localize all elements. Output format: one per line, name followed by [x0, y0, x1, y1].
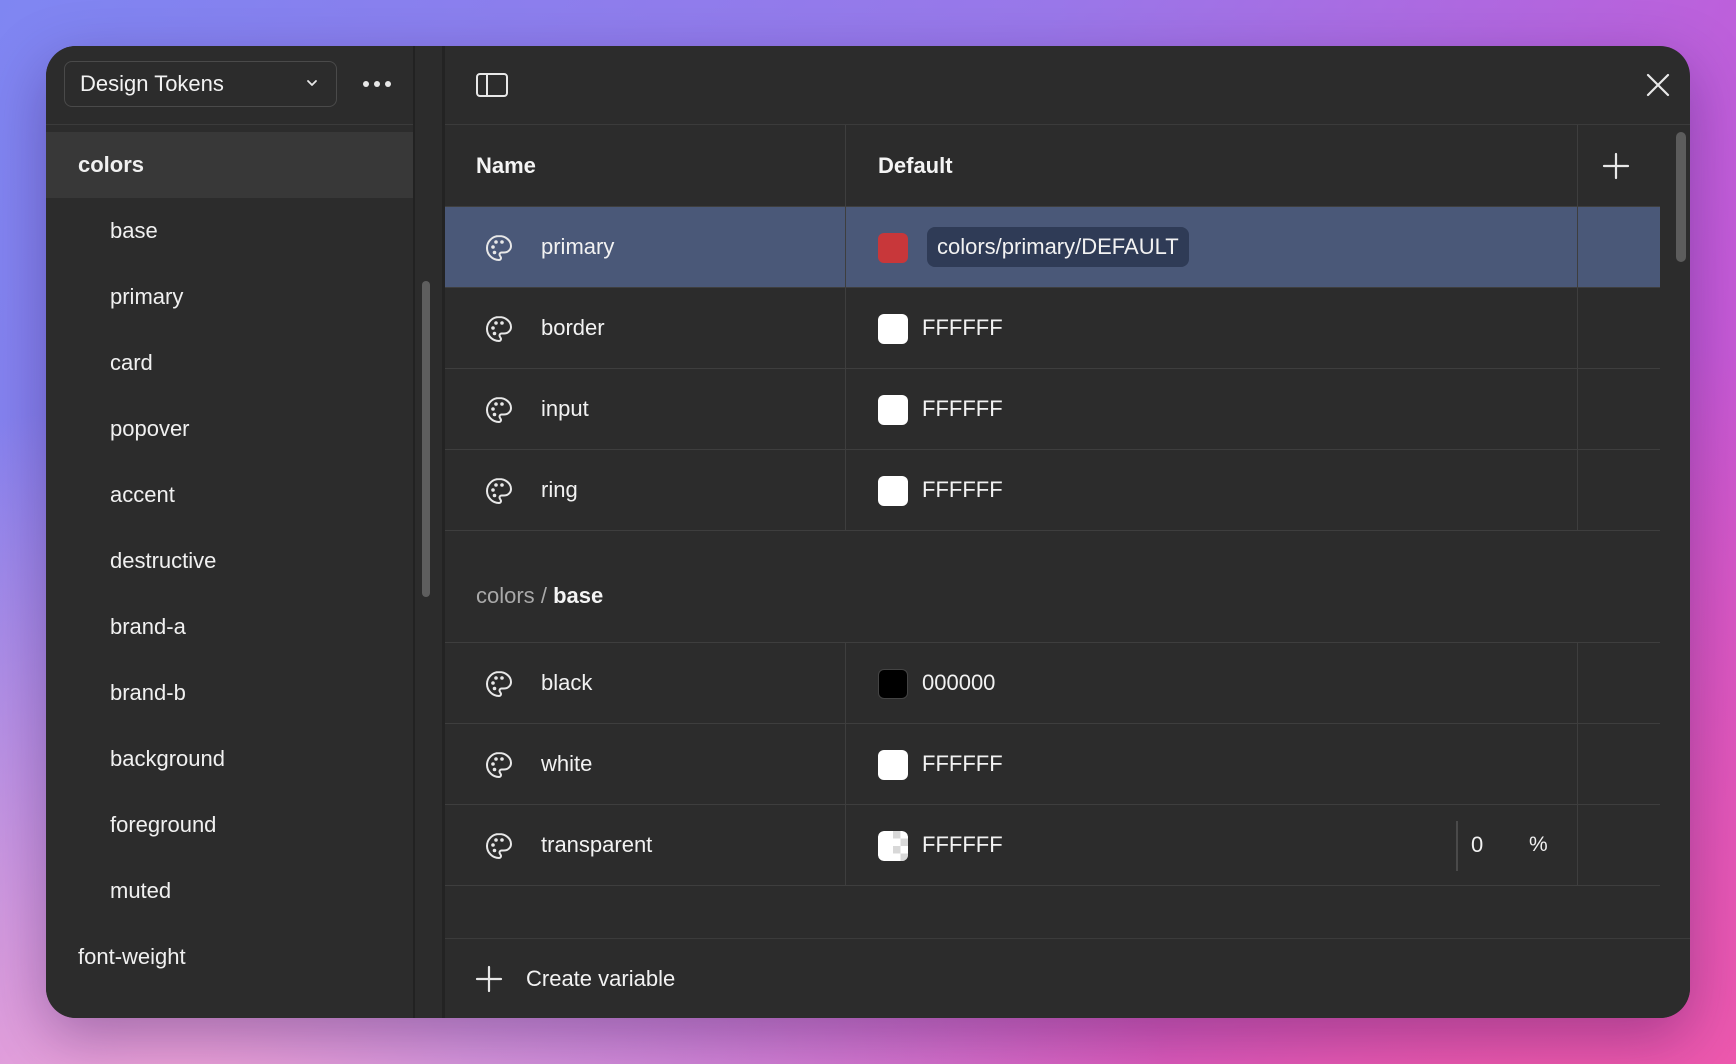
color-value[interactable]: FFFFFF	[922, 450, 1003, 530]
close-icon[interactable]	[1644, 71, 1672, 99]
palette-icon	[485, 396, 513, 424]
column-header-default: Default	[878, 152, 953, 178]
variable-name: primary	[541, 234, 615, 259]
tree-item-colors[interactable]: colors	[46, 132, 415, 198]
color-swatch[interactable]	[878, 750, 908, 780]
palette-icon	[485, 477, 513, 505]
opacity-divider	[1456, 821, 1458, 871]
variable-name: transparent	[541, 832, 653, 857]
footer-bar: Create variable	[445, 938, 1690, 1018]
create-variable-label: Create variable	[526, 966, 676, 991]
tree-item-primary[interactable]: primary	[46, 264, 415, 330]
palette-icon	[485, 315, 513, 343]
collection-dropdown[interactable]: Design Tokens	[64, 61, 337, 107]
group-name: base	[553, 583, 604, 608]
variable-name: ring	[541, 477, 578, 502]
table-row[interactable]: primary colors/primary/DEFAULT	[445, 207, 1660, 288]
palette-icon	[485, 832, 513, 860]
tree-item-card[interactable]: card	[46, 330, 415, 396]
sidebar-scrollbar[interactable]	[422, 281, 430, 597]
color-swatch[interactable]	[878, 395, 908, 425]
palette-icon	[485, 234, 513, 262]
group-heading: colors / base	[445, 565, 1660, 643]
group-separator: /	[540, 583, 547, 608]
transparent-swatch[interactable]	[878, 831, 908, 861]
tree-item-background[interactable]: background	[46, 726, 415, 792]
tree-item-brand-a[interactable]: brand-a	[46, 594, 415, 660]
variables-table: Name Default primary colors/primary/DEFA…	[445, 125, 1660, 886]
table-row[interactable]: ring FFFFFF	[445, 450, 1660, 531]
header-name-cell: Name	[445, 125, 846, 206]
opacity-unit: %	[1529, 833, 1548, 856]
table-row[interactable]: black 000000	[445, 643, 1660, 724]
variable-name: white	[541, 751, 593, 776]
variable-name: border	[541, 315, 605, 340]
tree-item-popover[interactable]: popover	[46, 396, 415, 462]
tree-item-destructive[interactable]: destructive	[46, 528, 415, 594]
column-header-name: Name	[476, 152, 536, 178]
more-options-icon[interactable]	[356, 66, 398, 102]
palette-icon	[485, 670, 513, 698]
group-tree: colors base primary card popover accent …	[46, 132, 415, 1018]
add-mode-icon[interactable]	[1601, 151, 1631, 181]
tree-item-brand-b[interactable]: brand-b	[46, 660, 415, 726]
create-variable-button[interactable]: Create variable	[475, 959, 675, 999]
toggle-sidebar-icon[interactable]	[475, 71, 509, 99]
color-value[interactable]: FFFFFF	[922, 288, 1003, 368]
color-swatch[interactable]	[878, 314, 908, 344]
tree-item-accent[interactable]: accent	[46, 462, 415, 528]
table-row[interactable]: border FFFFFF	[445, 288, 1660, 369]
table-row[interactable]: transparent FFFFFF 0 %	[445, 805, 1660, 886]
plus-icon	[475, 965, 503, 993]
table-row[interactable]: white FFFFFF	[445, 724, 1660, 805]
main-panel: Name Default primary colors/primary/DEFA…	[445, 46, 1690, 1018]
color-value[interactable]: FFFFFF	[922, 369, 1003, 449]
color-swatch[interactable]	[878, 233, 908, 263]
color-value[interactable]: 000000	[922, 643, 995, 723]
sidebar: Design Tokens colors base primary card p…	[46, 46, 415, 1018]
group-parent: colors	[476, 583, 535, 608]
variable-name: black	[541, 670, 593, 695]
table-row[interactable]: input FFFFFF	[445, 369, 1660, 450]
variables-window: Design Tokens colors base primary card p…	[46, 46, 1690, 1018]
palette-icon	[485, 751, 513, 779]
sidebar-header: Design Tokens	[46, 46, 415, 125]
tree-item-line-height[interactable]: line-height	[46, 990, 415, 1018]
chevron-down-icon	[307, 80, 317, 86]
color-value[interactable]: FFFFFF	[922, 805, 1003, 885]
group-title: colors / base	[476, 583, 603, 609]
color-swatch[interactable]	[878, 669, 908, 699]
collection-name: Design Tokens	[80, 71, 224, 96]
tree-item-foreground[interactable]: foreground	[46, 792, 415, 858]
opacity-input[interactable]: 0	[1471, 805, 1483, 885]
tree-item-muted[interactable]: muted	[46, 858, 415, 924]
variable-name: input	[541, 396, 589, 421]
tree-item-base[interactable]: base	[46, 198, 415, 264]
table-header: Name Default	[445, 125, 1660, 207]
sidebar-divider	[413, 46, 415, 1018]
alias-chip[interactable]: colors/primary/DEFAULT	[927, 227, 1189, 267]
tree-item-font-weight[interactable]: font-weight	[46, 924, 415, 990]
color-swatch[interactable]	[878, 476, 908, 506]
table-scrollbar[interactable]	[1676, 132, 1686, 262]
color-value[interactable]: FFFFFF	[922, 724, 1003, 804]
toolbar	[445, 46, 1690, 125]
header-default-cell: Default	[846, 125, 1578, 206]
